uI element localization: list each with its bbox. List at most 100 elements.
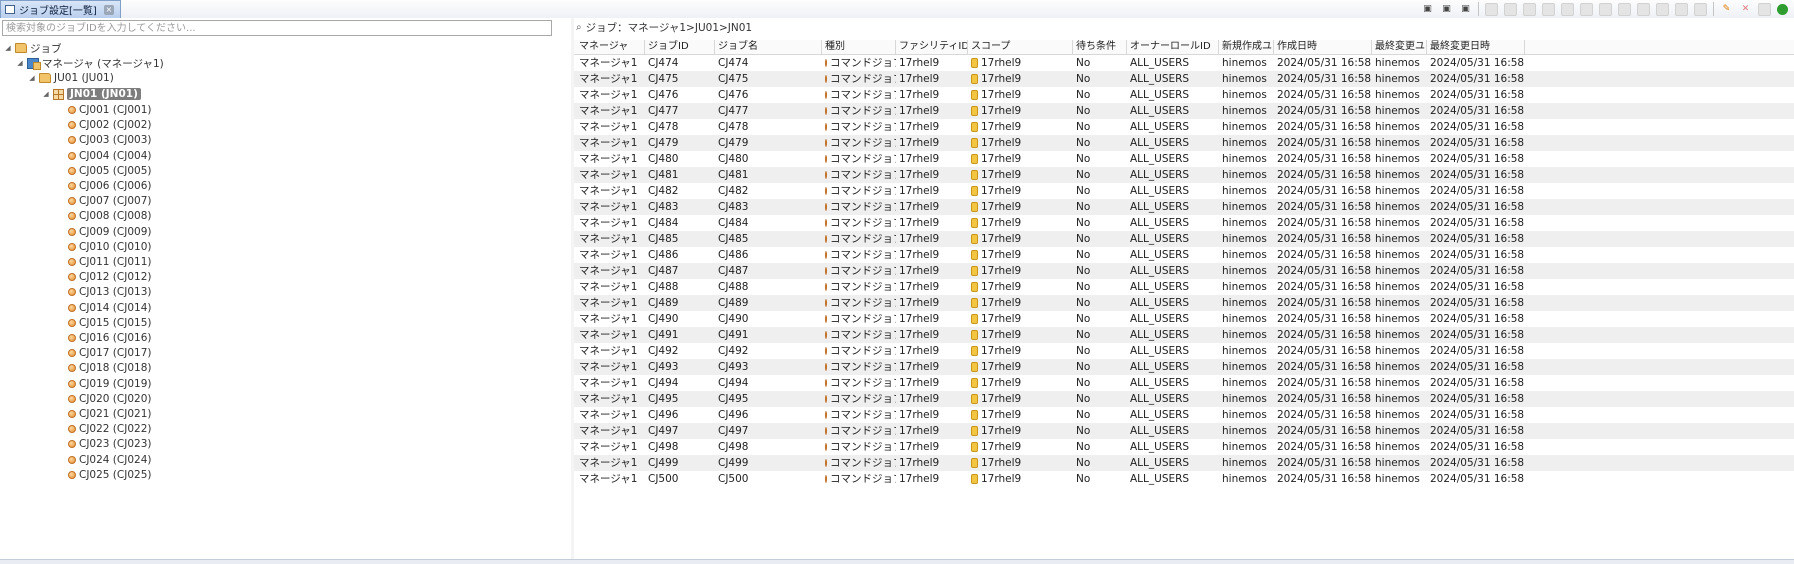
tree-node-job[interactable]: CJ017 (CJ017) <box>68 345 151 361</box>
table-row[interactable]: マネージャ1CJ480CJ480コマンドジョブ17rhel917rhel9NoA… <box>574 151 1794 167</box>
table-row[interactable]: マネージャ1CJ489CJ489コマンドジョブ17rhel917rhel9NoA… <box>574 295 1794 311</box>
tree-node-root[interactable]: ◢ ジョブ <box>4 40 61 56</box>
tree-node-manager[interactable]: ◢ マネージャ (マネージャ1) <box>16 55 164 71</box>
column-header[interactable]: ジョブ名 <box>715 40 822 54</box>
import-icon[interactable]: ▣ <box>1440 3 1453 16</box>
table-row[interactable]: マネージャ1CJ479CJ479コマンドジョブ17rhel917rhel9NoA… <box>574 135 1794 151</box>
run-icon[interactable] <box>1758 2 1771 16</box>
tree-node-job[interactable]: CJ004 (CJ004) <box>68 148 151 164</box>
tool-icon[interactable] <box>1777 3 1788 15</box>
column-header[interactable]: 最終変更ユ... <box>1372 40 1427 54</box>
tree-node-job[interactable]: CJ016 (CJ016) <box>68 330 151 346</box>
column-header[interactable]: ファシリティID <box>896 40 968 54</box>
tree-node-job[interactable]: CJ015 (CJ015) <box>68 315 151 331</box>
tree-node-job[interactable]: CJ008 (CJ008) <box>68 208 151 224</box>
table-row[interactable]: マネージャ1CJ488CJ488コマンドジョブ17rhel917rhel9NoA… <box>574 279 1794 295</box>
tree-node-job[interactable]: CJ011 (CJ011) <box>68 254 151 270</box>
table-row[interactable]: マネージャ1CJ492CJ492コマンドジョブ17rhel917rhel9NoA… <box>574 343 1794 359</box>
new-jobnet-icon[interactable] <box>1504 2 1517 16</box>
table-row[interactable]: マネージャ1CJ491CJ491コマンドジョブ17rhel917rhel9NoA… <box>574 327 1794 343</box>
table-row[interactable]: マネージャ1CJ484CJ484コマンドジョブ17rhel917rhel9NoA… <box>574 215 1794 231</box>
table-row[interactable]: マネージャ1CJ493CJ493コマンドジョブ17rhel917rhel9NoA… <box>574 359 1794 375</box>
cell-text: hinemos <box>1222 57 1267 69</box>
cell-text: マネージャ1 <box>579 217 638 229</box>
tree-node-job[interactable]: CJ009 (CJ009) <box>68 224 151 240</box>
tree-node-jobunit[interactable]: ◢ JU01 (JU01) <box>28 70 114 86</box>
table-row[interactable]: マネージャ1CJ485CJ485コマンドジョブ17rhel917rhel9NoA… <box>574 231 1794 247</box>
collapse-toggle-icon[interactable]: ◢ <box>28 74 36 82</box>
tree-node-job[interactable]: CJ006 (CJ006) <box>68 178 151 194</box>
column-header[interactable]: 待ち条件 <box>1073 40 1127 54</box>
table-cell: CJ500 <box>645 471 715 487</box>
tree-node-job[interactable]: CJ022 (CJ022) <box>68 421 151 437</box>
tree-node-job[interactable]: CJ005 (CJ005) <box>68 163 151 179</box>
delete-icon[interactable]: ✎ <box>1720 3 1733 16</box>
collapse-toggle-icon[interactable]: ◢ <box>16 59 24 67</box>
new-command-icon[interactable] <box>1523 2 1536 16</box>
table-row[interactable]: マネージャ1CJ475CJ475コマンドジョブ17rhel917rhel9NoA… <box>574 71 1794 87</box>
table-row[interactable]: マネージャ1CJ481CJ481コマンドジョブ17rhel917rhel9NoA… <box>574 167 1794 183</box>
edit-icon[interactable] <box>1694 2 1707 16</box>
job-id-search-input[interactable] <box>2 20 552 36</box>
new-resource-icon[interactable] <box>1656 2 1669 16</box>
tree-node-job[interactable]: CJ020 (CJ020) <box>68 391 151 407</box>
table-row[interactable]: マネージャ1CJ487CJ487コマンドジョブ17rhel917rhel9NoA… <box>574 263 1794 279</box>
collapse-toggle-icon[interactable]: ◢ <box>4 44 12 52</box>
tree-node-job[interactable]: CJ003 (CJ003) <box>68 132 151 148</box>
column-header[interactable]: 最終変更日時 <box>1427 40 1525 54</box>
table-row[interactable]: マネージャ1CJ483CJ483コマンドジョブ17rhel917rhel9NoA… <box>574 199 1794 215</box>
column-header[interactable]: 種別 <box>822 40 896 54</box>
new-reference-icon[interactable] <box>1561 2 1574 16</box>
tree-node-jobnet[interactable]: ◢ JN01 (JN01) <box>42 86 141 102</box>
tree-node-job[interactable]: CJ014 (CJ014) <box>68 300 151 316</box>
refresh-icon[interactable]: ▣ <box>1459 3 1472 16</box>
table-row[interactable]: マネージャ1CJ498CJ498コマンドジョブ17rhel917rhel9NoA… <box>574 439 1794 455</box>
tree-node-job[interactable]: CJ018 (CJ018) <box>68 360 151 376</box>
column-header[interactable]: 新規作成ユ... <box>1219 40 1274 54</box>
new-rpa-icon[interactable] <box>1637 2 1650 16</box>
column-header[interactable]: マネージャ <box>576 40 645 54</box>
new-jobunit-icon[interactable] <box>1485 2 1498 16</box>
table-row[interactable]: マネージャ1CJ478CJ478コマンドジョブ17rhel917rhel9NoA… <box>574 119 1794 135</box>
table-row[interactable]: マネージャ1CJ494CJ494コマンドジョブ17rhel917rhel9NoA… <box>574 375 1794 391</box>
close-icon[interactable]: × <box>103 4 114 15</box>
new-file-icon[interactable] <box>1542 2 1555 16</box>
new-link-icon[interactable] <box>1675 2 1688 16</box>
tree-node-job[interactable]: CJ024 (CJ024) <box>68 452 151 468</box>
table-row[interactable]: マネージャ1CJ486CJ486コマンドジョブ17rhel917rhel9NoA… <box>574 247 1794 263</box>
column-header[interactable]: オーナーロールID <box>1127 40 1219 54</box>
table-row[interactable]: マネージャ1CJ476CJ476コマンドジョブ17rhel917rhel9NoA… <box>574 87 1794 103</box>
export-icon[interactable]: ▣ <box>1421 3 1434 16</box>
tree-node-job[interactable]: CJ023 (CJ023) <box>68 436 151 452</box>
column-header[interactable]: スコープ <box>968 40 1073 54</box>
tab-job-settings-list[interactable]: ジョブ設定[一覧] × <box>0 0 121 18</box>
table-row[interactable]: マネージャ1CJ474CJ474コマンドジョブ17rhel917rhel9NoA… <box>574 55 1794 71</box>
cell-text: CJ482 <box>648 185 679 197</box>
table-cell: コマンドジョブ <box>822 279 896 295</box>
table-row[interactable]: マネージャ1CJ495CJ495コマンドジョブ17rhel917rhel9NoA… <box>574 391 1794 407</box>
tree-node-job[interactable]: CJ025 (CJ025) <box>68 467 151 483</box>
new-filecheck-icon[interactable] <box>1618 2 1631 16</box>
new-approval-icon[interactable] <box>1580 2 1593 16</box>
tree-node-job[interactable]: CJ002 (CJ002) <box>68 117 151 133</box>
column-header[interactable]: ジョブID <box>645 40 715 54</box>
table-row[interactable]: マネージャ1CJ500CJ500コマンドジョブ17rhel917rhel9NoA… <box>574 471 1794 487</box>
tree-node-job[interactable]: CJ021 (CJ021) <box>68 406 151 422</box>
copy-icon[interactable]: ✕ <box>1739 3 1752 16</box>
tree-node-job[interactable]: CJ001 (CJ001) <box>68 102 151 118</box>
tree-node-job[interactable]: CJ012 (CJ012) <box>68 269 151 285</box>
tree-node-job[interactable]: CJ010 (CJ010) <box>68 239 151 255</box>
collapse-toggle-icon[interactable]: ◢ <box>42 90 50 98</box>
tree-node-job[interactable]: CJ019 (CJ019) <box>68 376 151 392</box>
tree-node-job[interactable]: CJ013 (CJ013) <box>68 284 151 300</box>
table-row[interactable]: マネージャ1CJ477CJ477コマンドジョブ17rhel917rhel9NoA… <box>574 103 1794 119</box>
table-cell: 2024/05/31 16:58:49 <box>1427 103 1525 119</box>
table-row[interactable]: マネージャ1CJ482CJ482コマンドジョブ17rhel917rhel9NoA… <box>574 183 1794 199</box>
new-monitor-icon[interactable] <box>1599 2 1612 16</box>
table-row[interactable]: マネージャ1CJ499CJ499コマンドジョブ17rhel917rhel9NoA… <box>574 455 1794 471</box>
column-header[interactable]: 作成日時 <box>1274 40 1372 54</box>
tree-node-job[interactable]: CJ007 (CJ007) <box>68 193 151 209</box>
table-row[interactable]: マネージャ1CJ496CJ496コマンドジョブ17rhel917rhel9NoA… <box>574 407 1794 423</box>
table-row[interactable]: マネージャ1CJ490CJ490コマンドジョブ17rhel917rhel9NoA… <box>574 311 1794 327</box>
table-row[interactable]: マネージャ1CJ497CJ497コマンドジョブ17rhel917rhel9NoA… <box>574 423 1794 439</box>
